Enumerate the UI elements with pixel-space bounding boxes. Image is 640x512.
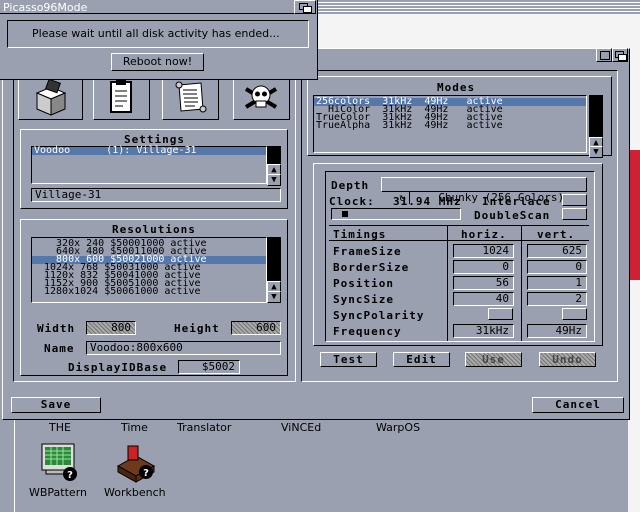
- resolutions-scroll-down[interactable]: ▼: [267, 291, 281, 303]
- resolutions-title: Resolutions: [112, 223, 196, 236]
- depth-cycle-button[interactable]: ↻ Chunky (256 Colors): [381, 177, 587, 204]
- doublescan-label: DoubleScan: [474, 209, 551, 222]
- modes-list[interactable]: 256colors 31kHz 49Hz active HiColor 31kH…: [313, 95, 587, 153]
- clock-slider[interactable]: [331, 208, 461, 220]
- undo-button[interactable]: Undo: [539, 352, 596, 367]
- requester-depth-button[interactable]: [294, 0, 316, 14]
- width-label: Width: [37, 322, 76, 335]
- frequency-vert-field: 49Hz: [527, 324, 587, 338]
- test-button[interactable]: Test: [320, 352, 377, 367]
- syncsize-horiz-field[interactable]: 40: [453, 292, 514, 306]
- timings-divider: [329, 225, 589, 226]
- modes-scroll-down[interactable]: ▼: [589, 146, 603, 158]
- height-field[interactable]: 600: [231, 321, 281, 335]
- modes-title: Modes: [437, 81, 476, 94]
- skull-icon[interactable]: [233, 76, 290, 120]
- requester-message: Please wait until all disk activity has …: [32, 27, 280, 40]
- timings-col-divider-2: [521, 225, 522, 341]
- interlace-label: Interlace: [482, 195, 551, 208]
- bordersize-label: BorderSize: [333, 261, 410, 274]
- svg-text:?: ?: [67, 470, 73, 481]
- framesize-horiz-field[interactable]: 1024: [453, 244, 514, 258]
- disk-box-icon[interactable]: [18, 76, 83, 120]
- displayidbase-label: DisplayIDBase: [68, 361, 168, 374]
- modes-scrollbar[interactable]: [589, 95, 603, 137]
- edit-button[interactable]: Edit: [393, 352, 450, 367]
- desktop-text-vinced[interactable]: ViNCEd: [281, 421, 321, 434]
- doublescan-checkbox[interactable]: [562, 208, 587, 220]
- frequency-horiz-field: 31kHz: [453, 324, 514, 338]
- list-item[interactable]: 1280x1024 $50061000 active: [32, 287, 266, 297]
- desktop-text-the[interactable]: THE: [49, 421, 71, 434]
- clock-slider-knob[interactable]: [342, 211, 348, 217]
- clipboard-icon[interactable]: [93, 76, 150, 120]
- settings-scroll-down[interactable]: ▼: [267, 174, 281, 186]
- bordersize-vert-field[interactable]: 0: [527, 260, 587, 274]
- desktop-text-translator[interactable]: Translator: [177, 421, 231, 434]
- bordersize-horiz-field[interactable]: 0: [453, 260, 514, 274]
- syncsize-label: SyncSize: [333, 293, 394, 306]
- save-button[interactable]: Save: [11, 397, 101, 413]
- timings-divider-2: [329, 240, 589, 241]
- clock-label: Clock:: [329, 195, 375, 208]
- window-depth-button[interactable]: [612, 48, 628, 62]
- timings-col-divider-1: [447, 225, 448, 341]
- settings-current-field[interactable]: Village-31: [31, 188, 281, 202]
- name-field[interactable]: Voodoo:800x600: [86, 341, 281, 355]
- svg-text:?: ?: [143, 468, 149, 479]
- wbpattern-label: WBPattern: [29, 486, 87, 499]
- framesize-label: FrameSize: [333, 245, 402, 258]
- reboot-now-button[interactable]: Reboot now!: [111, 53, 204, 71]
- requester-titlebar[interactable]: Picasso96Mode: [0, 0, 294, 14]
- interlace-checkbox[interactable]: [562, 194, 587, 206]
- cancel-button[interactable]: Cancel: [532, 397, 624, 413]
- scroll-icon[interactable]: [162, 76, 219, 120]
- background-window-titlebar: [294, 0, 640, 14]
- position-label: Position: [333, 277, 394, 290]
- list-item[interactable]: TrueAlpha 31kHz 49Hz active: [314, 121, 586, 131]
- frequency-label: Frequency: [333, 325, 402, 338]
- clock-value: 31.94 MHz: [393, 195, 462, 208]
- displayidbase-field[interactable]: $5002: [178, 360, 240, 374]
- height-label: Height: [174, 322, 220, 335]
- resolutions-scrollbar[interactable]: [267, 237, 281, 281]
- requester-title: Picasso96Mode: [3, 1, 88, 14]
- resolutions-list[interactable]: 320x 240 $50001000 active 640x 480 $5001…: [31, 237, 267, 303]
- workbench-label: Workbench: [104, 486, 166, 499]
- settings-list[interactable]: Voodoo (1): Village-31: [31, 146, 267, 184]
- desktop-text-warpos[interactable]: WarpOS: [376, 421, 420, 434]
- workbench-icon[interactable]: ?: [114, 442, 158, 484]
- name-label: Name: [44, 342, 75, 355]
- window-zoom-button[interactable]: [596, 48, 612, 62]
- syncsize-vert-field[interactable]: 2: [527, 292, 587, 306]
- list-item[interactable]: Voodoo (1): Village-31: [32, 146, 266, 156]
- syncpolarity-horiz-checkbox[interactable]: [488, 308, 513, 320]
- position-horiz-field[interactable]: 56: [453, 276, 514, 290]
- framesize-vert-field[interactable]: 625: [527, 244, 587, 258]
- use-button[interactable]: Use: [465, 352, 522, 367]
- desktop-text-time[interactable]: Time: [121, 421, 148, 434]
- syncpolarity-vert-checkbox[interactable]: [562, 308, 587, 320]
- width-field[interactable]: 800: [86, 321, 136, 335]
- depth-label: Depth: [331, 179, 370, 192]
- settings-scrollbar[interactable]: [267, 146, 281, 164]
- wbpattern-icon[interactable]: ?: [40, 442, 80, 484]
- position-vert-field[interactable]: 1: [527, 276, 587, 290]
- syncpolarity-label: SyncPolarity: [333, 309, 425, 322]
